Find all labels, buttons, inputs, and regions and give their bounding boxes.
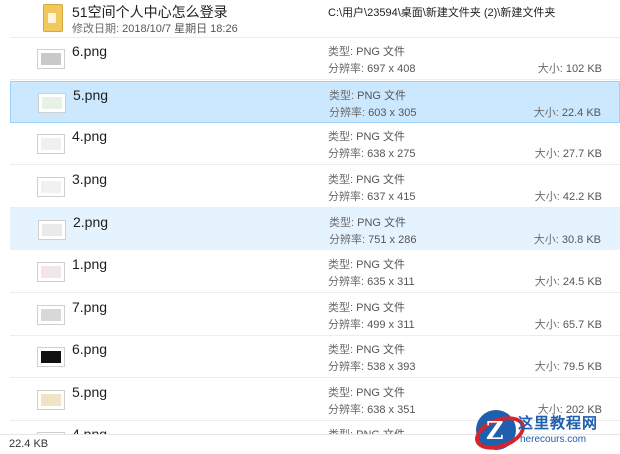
file-dimensions: 分辨率: 538 x 393 (328, 361, 416, 374)
file-row[interactable]: 1.png 类型: PNG 文件 分辨率: 635 x 311 大小: 24.5 KB (10, 251, 620, 293)
file-row[interactable]: 7.png 类型: PNG 文件 分辨率: 499 x 311 大小: 65.7 KB (10, 294, 620, 336)
folder-icon (43, 4, 63, 32)
watermark: Z 这里教程网 herecours.com (474, 408, 620, 454)
file-name: 5.png (73, 86, 109, 103)
folder-date-value: 2018/10/7 星期日 18:26 (122, 23, 238, 35)
folder-name: 51空间个人中心怎么登录 (72, 4, 228, 20)
file-dimensions: 分辨率: 638 x 275 (328, 148, 416, 161)
image-thumbnail-icon (38, 92, 66, 113)
file-type: 类型: PNG 文件 (328, 173, 406, 186)
file-size: 大小: 24.5 KB (534, 276, 602, 288)
file-type: 类型: PNG 文件 (328, 301, 406, 314)
file-row[interactable]: 6.png 类型: PNG 文件 分辨率: 538 x 393 大小: 79.5 KB (10, 336, 620, 379)
file-name: 6.png (72, 341, 108, 358)
file-dimensions: 分辨率: 603 x 305 (329, 106, 417, 119)
file-row[interactable]: 2.png 类型: PNG 文件 分辨率: 751 x 286 大小: 30.8 KB (10, 208, 620, 251)
file-type: 类型: PNG 文件 (328, 46, 406, 58)
file-row[interactable]: 6.png 类型: PNG 文件 分辨率: 697 x 408 大小: 102 KB (10, 38, 620, 80)
file-dimensions: 分辨率: 697 x 408 (328, 63, 416, 75)
image-thumbnail-icon (38, 220, 66, 241)
image-thumbnail-icon (37, 262, 65, 282)
folder-row[interactable]: 51空间个人中心怎么登录 修改日期: 2018/10/7 星期日 18:26 C… (10, 0, 620, 38)
file-name: 2.png (73, 214, 109, 231)
image-thumbnail-icon (37, 389, 65, 410)
file-row[interactable]: 5.png 类型: PNG 文件 分辨率: 603 x 305 大小: 22.4 KB (10, 80, 620, 123)
file-type: 类型: PNG 文件 (329, 89, 407, 102)
watermark-url: herecours.com (520, 434, 587, 445)
image-thumbnail-icon (37, 347, 65, 368)
status-selection-size: 22.4 KB (9, 438, 49, 450)
file-list: 51空间个人中心怎么登录 修改日期: 2018/10/7 星期日 18:26 C… (0, 0, 620, 434)
file-size: 大小: 79.5 KB (534, 361, 602, 374)
file-name: 4.png (72, 128, 108, 145)
file-name: 3.png (72, 170, 108, 187)
file-size: 大小: 27.7 KB (534, 148, 602, 161)
file-type: 类型: PNG 文件 (328, 386, 406, 399)
file-type: 类型: PNG 文件 (328, 131, 406, 144)
file-dimensions: 分辨率: 635 x 311 (328, 276, 415, 288)
folder-date: 修改日期: 2018/10/7 星期日 18:26 (72, 20, 238, 36)
file-name: 6.png (72, 43, 108, 59)
file-type: 类型: PNG 文件 (329, 217, 407, 230)
file-name: 5.png (72, 383, 108, 400)
image-thumbnail-icon (37, 134, 65, 155)
file-size: 大小: 65.7 KB (534, 318, 602, 331)
folder-path: C:\用户\23594\桌面\新建文件夹 (2)\新建文件夹 (328, 7, 556, 19)
file-name: 7.png (72, 298, 108, 315)
image-thumbnail-icon (37, 304, 65, 325)
file-size: 大小: 30.8 KB (533, 234, 601, 247)
file-row[interactable]: 4.png 类型: PNG 文件 分辨率: 638 x 275 大小: 27.7 KB (10, 123, 620, 166)
file-dimensions: 分辨率: 751 x 286 (329, 234, 417, 247)
image-thumbnail-icon (37, 176, 65, 197)
file-dimensions: 分辨率: 638 x 351 (328, 403, 416, 416)
file-type: 类型: PNG 文件 (328, 426, 405, 434)
file-dimensions: 分辨率: 499 x 311 (328, 318, 415, 331)
file-name: 1.png (72, 256, 108, 272)
file-type: 类型: PNG 文件 (328, 344, 406, 357)
file-size: 大小: 42.2 KB (534, 190, 602, 203)
watermark-logo-icon: Z (476, 410, 516, 450)
image-thumbnail-icon (37, 49, 65, 69)
file-row[interactable]: 3.png 类型: PNG 文件 分辨率: 637 x 415 大小: 42.2 KB (10, 166, 620, 208)
file-name: 4.png (72, 426, 107, 434)
file-size: 大小: 102 KB (537, 63, 602, 75)
file-size: 大小: 22.4 KB (533, 106, 601, 119)
folder-date-label: 修改日期: (72, 23, 120, 35)
watermark-title: 这里教程网 (518, 414, 599, 432)
file-type: 类型: PNG 文件 (328, 259, 406, 271)
file-dimensions: 分辨率: 637 x 415 (328, 190, 416, 203)
